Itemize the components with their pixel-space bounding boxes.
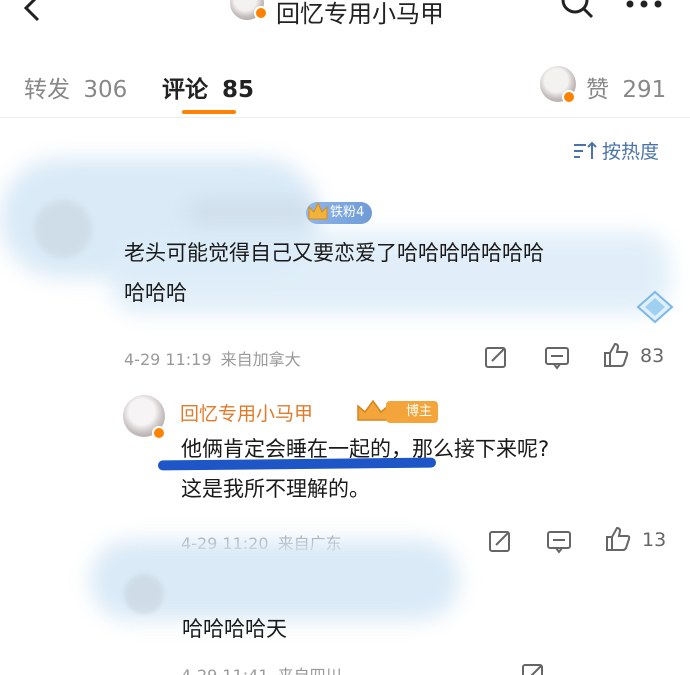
comment-icon[interactable] <box>543 343 571 371</box>
comment-text: 哈哈哈 <box>124 281 187 305</box>
like-icon[interactable] <box>604 525 632 553</box>
comment-text: 他俩肯定会睡在一起的，那么接下来呢? <box>181 437 550 461</box>
search-icon[interactable] <box>560 0 596 20</box>
fan-badge-label: 铁粉4 <box>330 205 365 220</box>
like-count: 83 <box>640 345 665 367</box>
comment-location: 来自加拿大 <box>220 350 301 369</box>
comment-text: 哈哈哈哈天 <box>182 617 287 641</box>
vip-badge-icon <box>254 6 268 20</box>
tab-repost-count: 306 <box>83 77 128 103</box>
repost-icon[interactable] <box>486 527 514 555</box>
diamond-icon <box>636 290 674 324</box>
tab-likes[interactable]: 赞 291 <box>586 70 666 104</box>
host-badge-label: 博主 <box>406 404 433 419</box>
host-badge: 博主 <box>386 401 439 423</box>
more-icon[interactable] <box>624 0 664 12</box>
comment-time: 4-29 11:19 <box>124 350 212 369</box>
comment-meta: 4-29 11:41 来自四川 <box>181 662 342 675</box>
tab-comments[interactable]: 评论 85 <box>162 70 254 104</box>
tab-repost[interactable]: 转发 306 <box>24 70 127 104</box>
comment-text: 老头可能觉得自己又要恋爱了哈哈哈哈哈哈哈 <box>124 241 544 265</box>
tab-likes-label: 赞 <box>586 77 609 103</box>
top-bar: 回忆专用小马甲 <box>0 0 690 40</box>
comment-text: 这是我所不理解的。 <box>181 477 370 501</box>
vip-badge-icon <box>562 90 576 104</box>
avatar[interactable] <box>34 200 92 258</box>
redacted-username <box>190 200 310 224</box>
repost-icon[interactable] <box>482 343 510 371</box>
comment-icon[interactable] <box>545 527 573 555</box>
repost-icon[interactable] <box>519 660 547 675</box>
tab-likes-count: 291 <box>622 77 667 103</box>
sort-icon <box>574 141 597 159</box>
avatar[interactable] <box>124 574 164 614</box>
page-title: 回忆专用小马甲 <box>276 0 444 28</box>
sort-by-popularity[interactable]: 按热度 <box>572 137 659 164</box>
back-icon[interactable] <box>18 0 48 24</box>
comment-time: 4-29 11:41 <box>181 666 269 675</box>
comment-meta: 4-29 11:19 来自加拿大 <box>124 346 301 370</box>
comment-username[interactable]: 回忆专用小马甲 <box>180 399 313 426</box>
active-tab-indicator <box>182 110 236 114</box>
sort-label: 按热度 <box>602 141 660 163</box>
comment-location: 来自四川 <box>278 666 342 675</box>
crown-icon <box>308 201 328 220</box>
like-icon[interactable] <box>602 341 630 369</box>
vip-badge-icon <box>152 426 166 440</box>
tab-comments-count: 85 <box>222 77 255 103</box>
fan-level-badge: 铁粉4 <box>306 201 373 224</box>
tab-repost-label: 转发 <box>24 77 70 103</box>
like-count: 13 <box>642 529 667 551</box>
tab-bar: 转发 306 评论 85 赞 291 <box>0 58 690 118</box>
tab-comments-label: 评论 <box>162 77 208 103</box>
